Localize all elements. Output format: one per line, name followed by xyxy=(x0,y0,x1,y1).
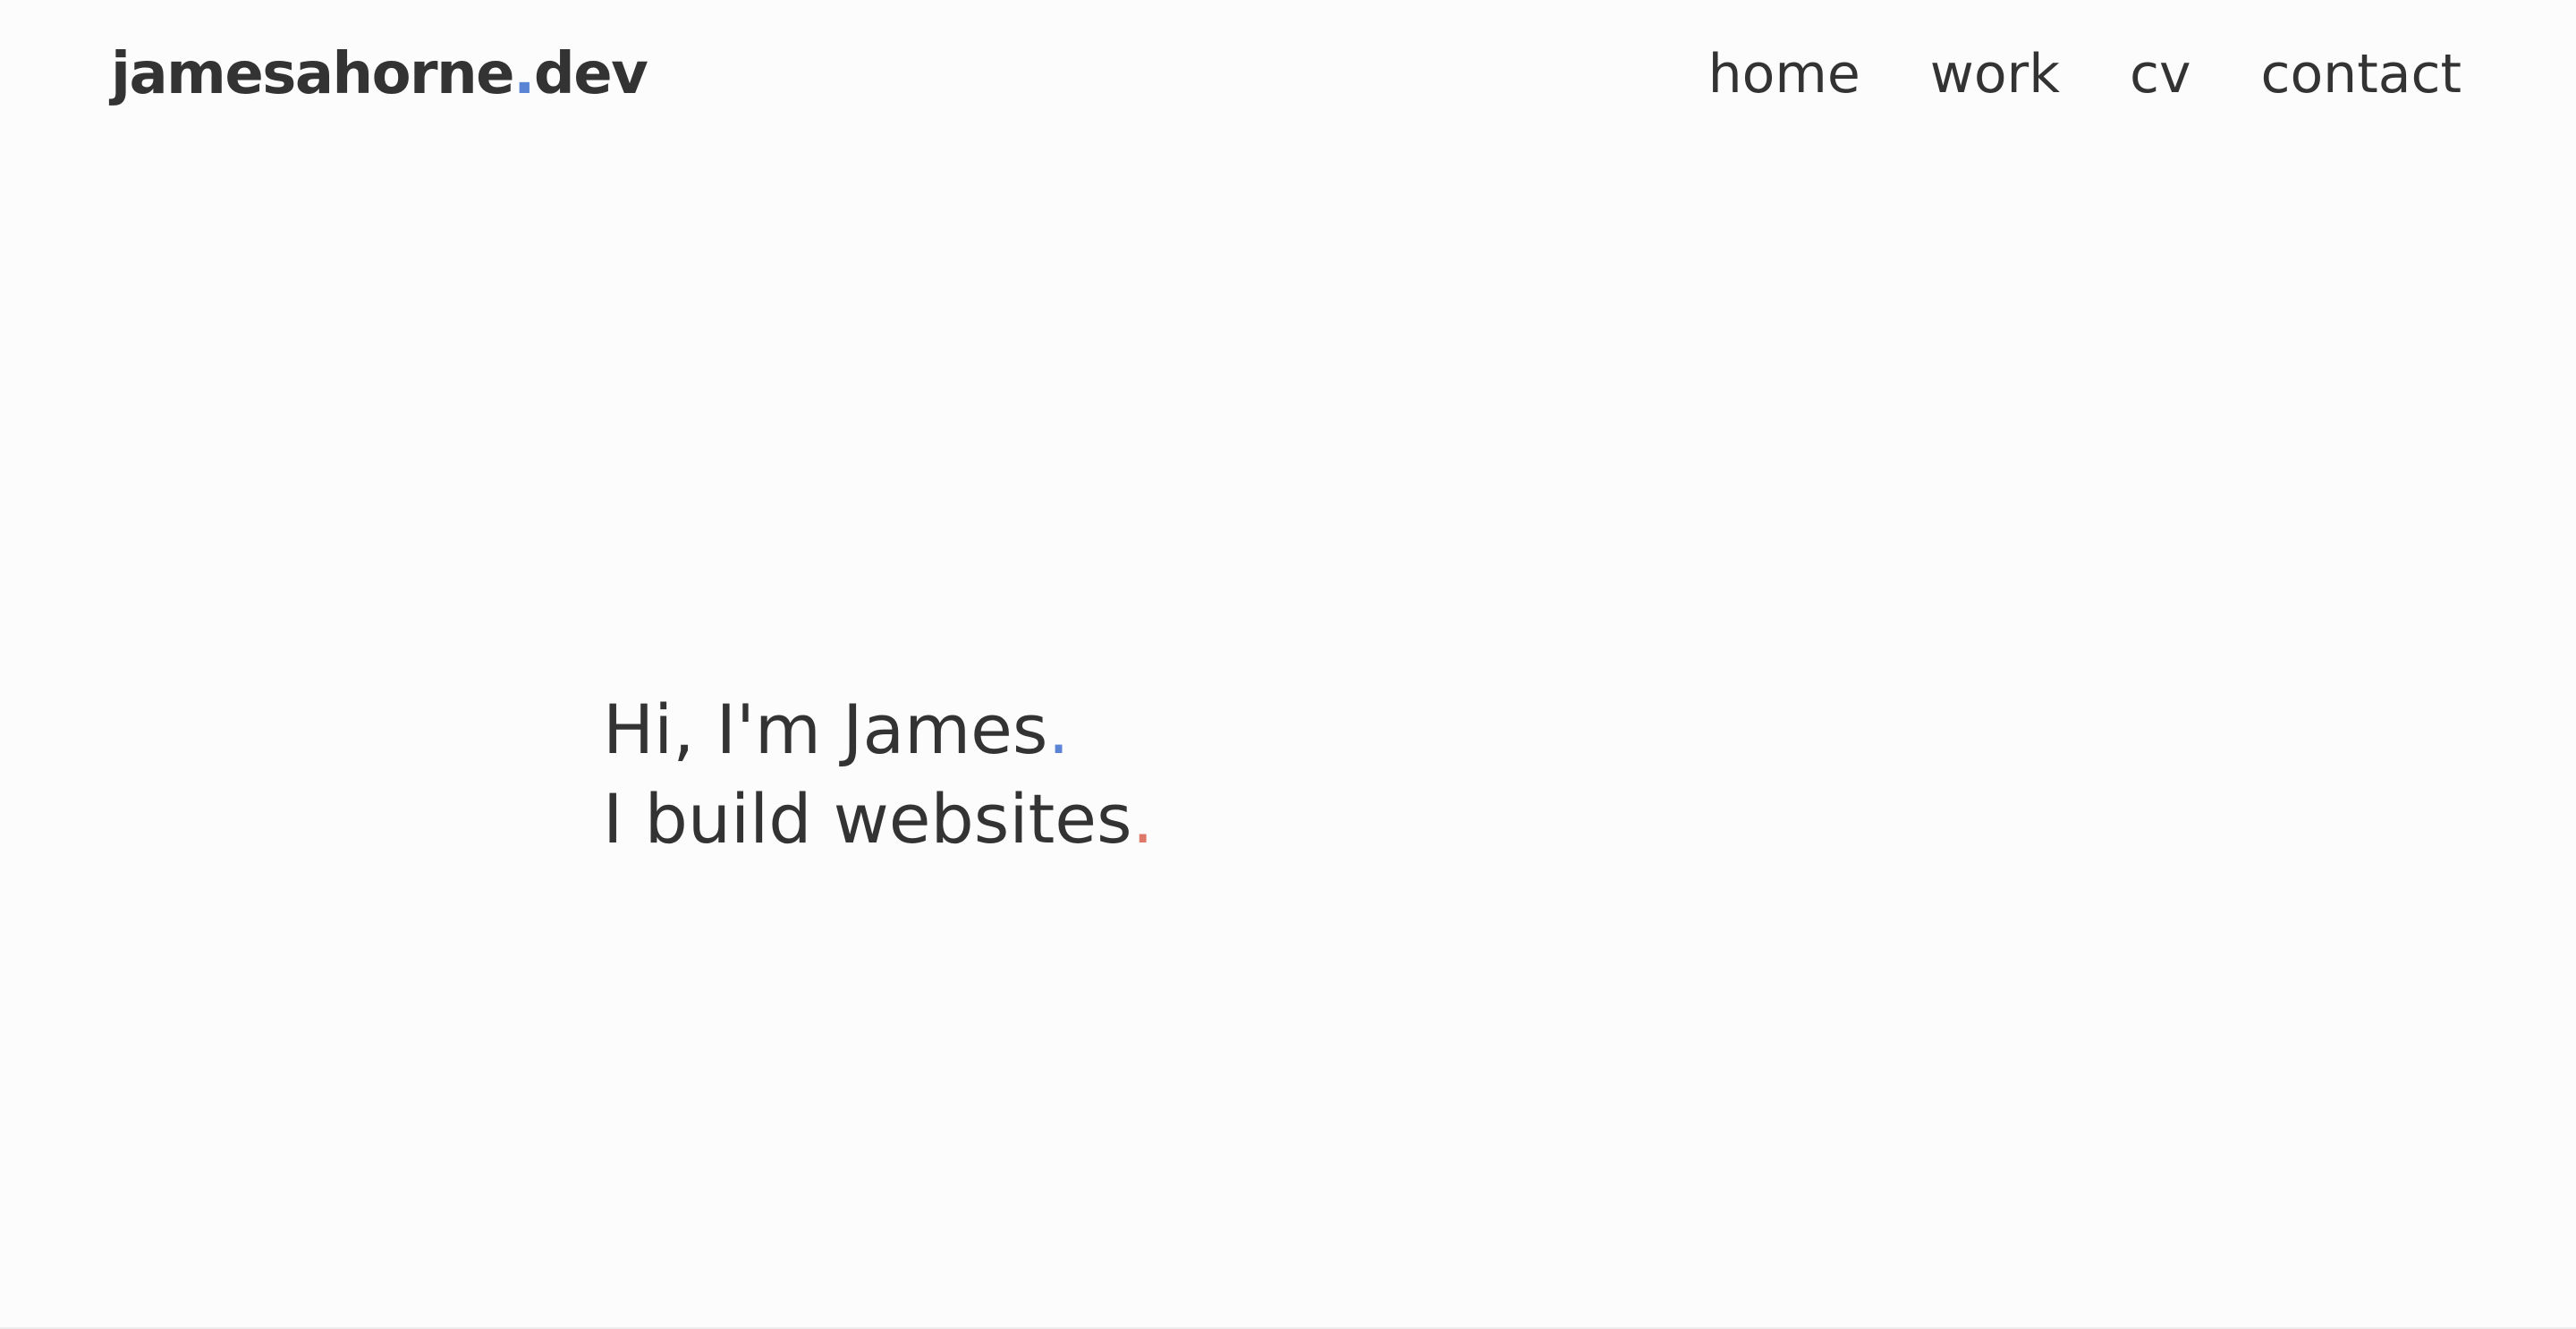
hero-section: Hi, I'm James. I build websites. xyxy=(603,685,1154,864)
hero-greeting-text: Hi, I'm James xyxy=(603,690,1048,769)
nav-link-work[interactable]: work xyxy=(1930,36,2060,113)
hero-greeting: Hi, I'm James. xyxy=(603,685,1154,775)
hero-tagline-dot: . xyxy=(1131,779,1154,859)
hero-greeting-dot: . xyxy=(1047,690,1070,769)
nav-link-cv[interactable]: cv xyxy=(2130,36,2191,113)
page: jamesahorne.dev home work cv contact Hi,… xyxy=(0,0,2576,1329)
site-header: jamesahorne.dev home work cv contact xyxy=(0,0,2576,152)
site-logo-link[interactable]: jamesahorne.dev xyxy=(111,34,648,114)
nav-link-contact[interactable]: contact xyxy=(2260,36,2462,113)
main-nav: home work cv contact xyxy=(1708,36,2462,113)
hero-tagline: I build websites. xyxy=(603,775,1154,864)
logo-dot: . xyxy=(513,41,535,107)
logo-tld: dev xyxy=(533,41,648,107)
hero-tagline-text: I build websites xyxy=(603,779,1132,859)
nav-link-home[interactable]: home xyxy=(1708,36,1860,113)
logo-name: jamesahorne xyxy=(111,41,515,107)
